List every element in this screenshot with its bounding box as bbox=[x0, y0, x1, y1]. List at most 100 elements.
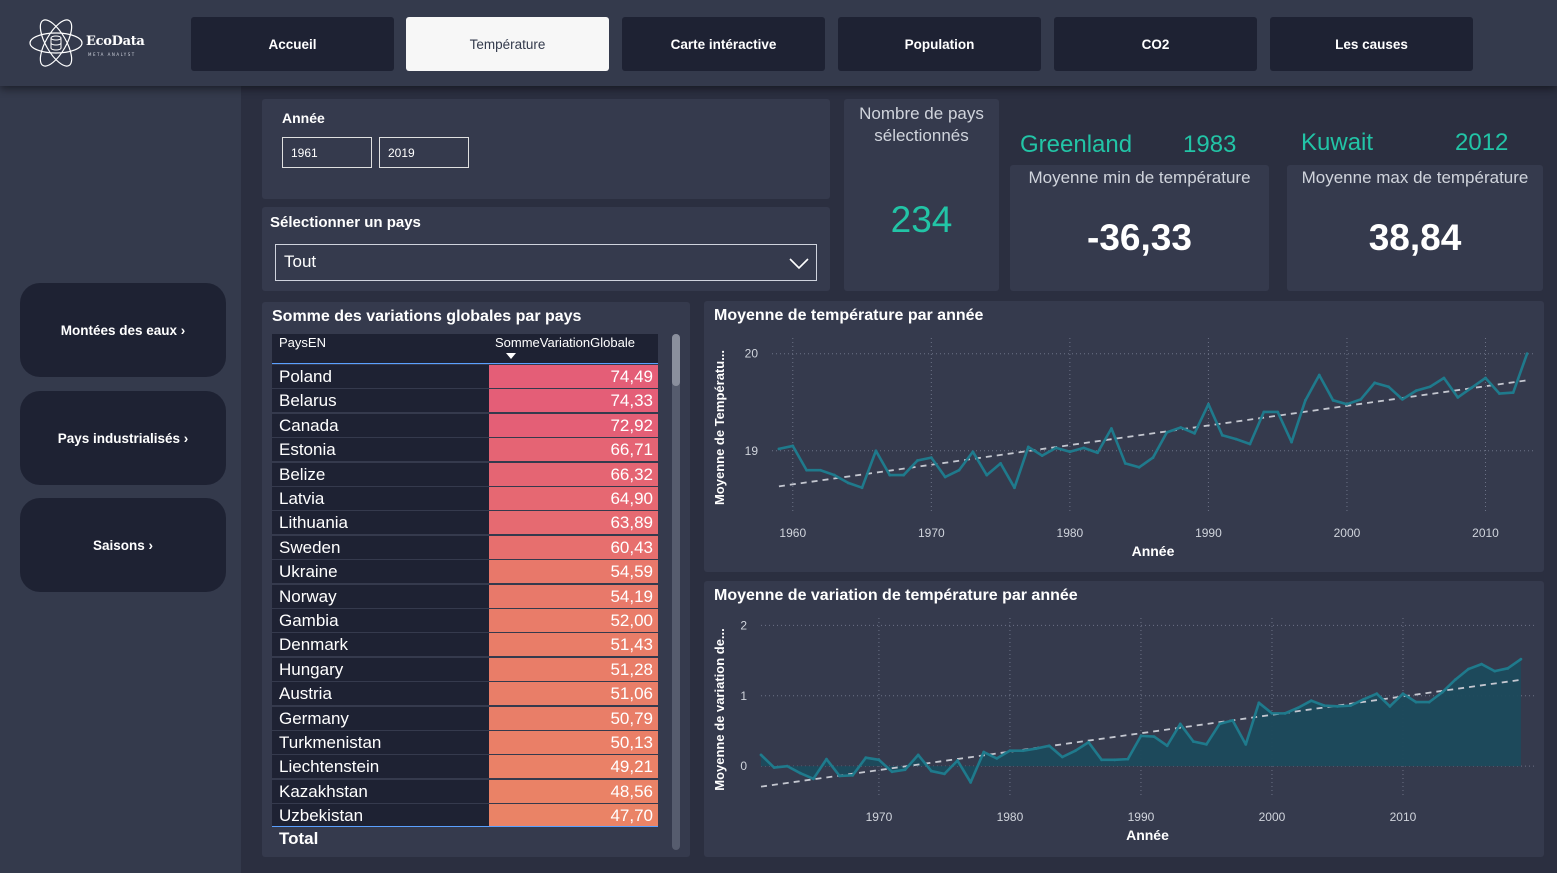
data-point[interactable] bbox=[916, 459, 919, 462]
data-point[interactable] bbox=[805, 468, 809, 472]
data-point[interactable] bbox=[1511, 391, 1515, 394]
data-point[interactable] bbox=[1349, 704, 1352, 708]
data-point[interactable] bbox=[777, 447, 781, 451]
data-point[interactable] bbox=[1257, 701, 1261, 705]
data-point[interactable] bbox=[1113, 758, 1117, 762]
table-row[interactable]: Kazakhstan 48,56 bbox=[272, 779, 658, 804]
table-row[interactable]: Liechtenstein 49,21 bbox=[272, 755, 658, 779]
data-point[interactable] bbox=[916, 753, 920, 757]
data-point[interactable] bbox=[877, 758, 881, 762]
data-point[interactable] bbox=[1401, 692, 1405, 696]
data-point[interactable] bbox=[995, 757, 999, 760]
column-header-pays[interactable]: PaysEN bbox=[279, 335, 326, 350]
data-point[interactable] bbox=[1373, 381, 1377, 385]
data-point[interactable] bbox=[1317, 373, 1321, 377]
data-point[interactable] bbox=[929, 769, 933, 773]
data-point[interactable] bbox=[864, 756, 868, 760]
table-scrollbar[interactable] bbox=[672, 334, 680, 850]
data-point[interactable] bbox=[1400, 397, 1404, 401]
table-row[interactable]: Belize 66,32 bbox=[272, 462, 658, 487]
sidebar-item-saisons[interactable]: Saisons › bbox=[20, 498, 226, 592]
data-point[interactable] bbox=[785, 764, 789, 768]
data-point[interactable] bbox=[1034, 747, 1038, 750]
table-row[interactable]: Germany 50,79 bbox=[272, 706, 658, 731]
table-row[interactable]: Belarus 74,33 bbox=[272, 389, 658, 413]
data-point[interactable] bbox=[1220, 433, 1224, 437]
data-point[interactable] bbox=[1191, 740, 1195, 743]
data-point[interactable] bbox=[1026, 445, 1030, 449]
data-point[interactable] bbox=[1193, 431, 1196, 435]
table-row[interactable]: Canada 72,92 bbox=[272, 413, 658, 438]
table-row[interactable]: Estonia 66,71 bbox=[272, 438, 658, 462]
data-point[interactable] bbox=[1525, 352, 1529, 356]
data-point[interactable] bbox=[1248, 442, 1252, 446]
tab-co2[interactable]: CO2 bbox=[1054, 17, 1257, 71]
column-header-variation[interactable]: SommeVariationGlobale bbox=[495, 335, 635, 350]
data-point[interactable] bbox=[1013, 486, 1016, 490]
data-point[interactable] bbox=[1110, 427, 1113, 430]
data-point[interactable] bbox=[957, 468, 961, 472]
data-point[interactable] bbox=[1480, 662, 1483, 666]
data-point[interactable] bbox=[1008, 749, 1012, 753]
sort-desc-icon[interactable] bbox=[506, 353, 516, 360]
table-row[interactable]: Sweden 60,43 bbox=[272, 535, 658, 560]
data-point[interactable] bbox=[929, 456, 933, 459]
data-point[interactable] bbox=[1388, 704, 1392, 708]
data-point[interactable] bbox=[1207, 402, 1210, 406]
country-dropdown[interactable]: Tout bbox=[275, 244, 817, 281]
ecodata-logo[interactable]: EcoData META ANALYST bbox=[28, 12, 168, 74]
data-point[interactable] bbox=[1068, 450, 1072, 454]
data-point[interactable] bbox=[819, 468, 822, 472]
data-point[interactable] bbox=[1519, 657, 1523, 661]
table-row[interactable]: Poland 74,49 bbox=[272, 365, 658, 389]
data-point[interactable] bbox=[1060, 755, 1064, 759]
data-point[interactable] bbox=[1234, 437, 1238, 441]
table-row[interactable]: Hungary 51,28 bbox=[272, 657, 658, 682]
data-point[interactable] bbox=[1087, 740, 1090, 744]
data-point[interactable] bbox=[1096, 451, 1099, 455]
data-point[interactable] bbox=[902, 473, 906, 477]
data-point[interactable] bbox=[1322, 704, 1326, 708]
table-row[interactable]: Gambia 52,00 bbox=[272, 609, 658, 633]
year-from-input[interactable]: 1961 bbox=[282, 137, 372, 168]
data-point[interactable] bbox=[1262, 410, 1266, 414]
data-point[interactable] bbox=[1040, 454, 1044, 458]
data-point[interactable] bbox=[1165, 430, 1169, 434]
tab-temperature[interactable]: Température bbox=[406, 17, 609, 71]
data-point[interactable] bbox=[874, 449, 878, 453]
data-point[interactable] bbox=[1345, 402, 1349, 406]
data-point[interactable] bbox=[772, 766, 776, 769]
table-row[interactable]: Uzbekistan 47,70 bbox=[272, 804, 658, 828]
data-point[interactable] bbox=[1359, 397, 1363, 401]
data-point[interactable] bbox=[1497, 392, 1501, 395]
data-point[interactable] bbox=[1442, 376, 1446, 380]
tab-accueil[interactable]: Accueil bbox=[191, 17, 394, 71]
data-point[interactable] bbox=[1270, 711, 1274, 715]
data-point[interactable] bbox=[798, 771, 802, 775]
data-point[interactable] bbox=[1218, 722, 1221, 726]
data-point[interactable] bbox=[1205, 742, 1208, 746]
data-point[interactable] bbox=[888, 473, 892, 477]
table-row[interactable]: Norway 54,19 bbox=[272, 584, 658, 609]
data-point[interactable] bbox=[825, 757, 828, 761]
table-row[interactable]: Turkmenistan 50,13 bbox=[272, 731, 658, 755]
data-point[interactable] bbox=[1453, 678, 1457, 681]
data-point[interactable] bbox=[1470, 386, 1474, 390]
data-point[interactable] bbox=[982, 750, 986, 754]
scrollbar-thumb[interactable] bbox=[672, 334, 680, 386]
data-point[interactable] bbox=[1467, 667, 1470, 671]
data-point[interactable] bbox=[1362, 697, 1366, 701]
data-point[interactable] bbox=[1151, 456, 1155, 459]
data-point[interactable] bbox=[791, 444, 795, 448]
data-point[interactable] bbox=[1440, 690, 1444, 694]
data-point[interactable] bbox=[846, 481, 850, 485]
data-point[interactable] bbox=[1493, 669, 1497, 673]
data-point[interactable] bbox=[1506, 666, 1510, 670]
data-point[interactable] bbox=[812, 777, 815, 781]
data-point[interactable] bbox=[1331, 398, 1335, 402]
data-point[interactable] bbox=[1427, 700, 1431, 704]
data-point[interactable] bbox=[903, 768, 907, 772]
data-point[interactable] bbox=[1309, 699, 1313, 703]
data-point[interactable] bbox=[1082, 446, 1086, 450]
table-row[interactable]: Ukraine 54,59 bbox=[272, 560, 658, 584]
